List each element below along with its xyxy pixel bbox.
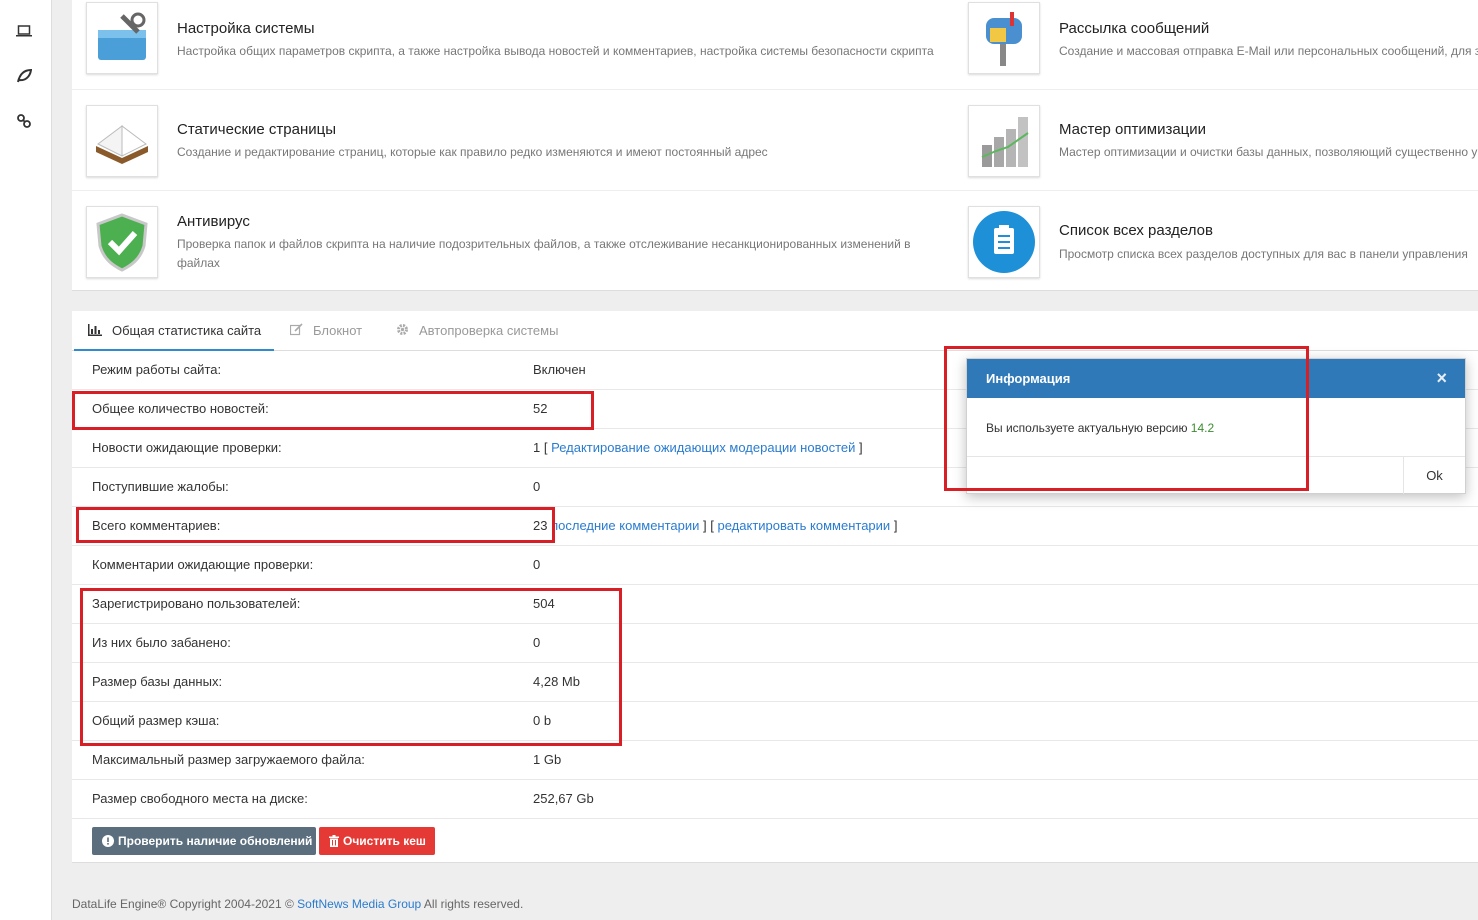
- module-title[interactable]: Настройка системы: [177, 20, 315, 37]
- edit-comments-link[interactable]: редактировать комментарии: [718, 518, 891, 533]
- module-description: Создание и массовая отправка E-Mail или …: [1059, 44, 1478, 58]
- tab-bar: Общая статистика сайта Блокнот Автопрове…: [72, 311, 1478, 351]
- stat-row-banned: Из них было забанено: 0: [72, 624, 1478, 663]
- module-title[interactable]: Статические страницы: [177, 121, 336, 138]
- dialog-title: Информация: [986, 371, 1071, 386]
- leaf-icon[interactable]: [14, 66, 34, 86]
- tab-label: Общая статистика сайта: [112, 323, 262, 338]
- stat-row-users: Зарегистрировано пользователей: 504: [72, 585, 1478, 624]
- stat-value: 52: [533, 401, 548, 416]
- module-title[interactable]: Мастер оптимизации: [1059, 121, 1206, 138]
- module-description: Просмотр списка всех разделов доступных …: [1059, 247, 1468, 261]
- edit-pending-news-link[interactable]: Редактирование ожидающих модерации новос…: [551, 440, 855, 455]
- stat-value: 1: [533, 440, 541, 455]
- stat-label: Комментарии ожидающие проверки:: [92, 557, 314, 572]
- stat-value: 23: [533, 518, 548, 533]
- module-mailing[interactable]: Рассылка сообщений Создание и массовая о…: [954, 0, 1478, 96]
- module-antivirus[interactable]: Антивирус Проверка папок и файлов скрипт…: [72, 202, 952, 298]
- stat-value: 252,67 Gb: [533, 791, 594, 806]
- button-label: Очистить кеш: [343, 834, 426, 848]
- bracket: ]: [893, 518, 898, 533]
- book-icon: [86, 105, 158, 177]
- stat-row-cache-size: Общий размер кэша: 0 b: [72, 702, 1478, 741]
- button-label: Проверить наличие обновлений: [118, 834, 313, 848]
- module-static-pages[interactable]: Статические страницы Создание и редактир…: [72, 101, 952, 197]
- module-title[interactable]: Рассылка сообщений: [1059, 20, 1209, 37]
- footer-rights: All rights reserved.: [423, 897, 524, 911]
- clipboard-list-icon: [968, 206, 1040, 278]
- exclamation-circle-icon: [102, 829, 114, 857]
- check-updates-button[interactable]: Проверить наличие обновлений: [92, 827, 316, 855]
- stat-label: Из них было забанено:: [92, 635, 231, 650]
- toolbox-icon: [86, 2, 158, 74]
- stat-label: Поступившие жалобы:: [92, 479, 229, 494]
- stat-label: Общий размер кэша:: [92, 713, 220, 728]
- module-description: Создание и редактирование страниц, котор…: [177, 145, 768, 159]
- tab-general-stats[interactable]: Общая статистика сайта: [74, 311, 274, 351]
- stat-label: Общее количество новостей:: [92, 401, 269, 416]
- shield-check-icon: [86, 206, 158, 278]
- tab-label: Блокнот: [313, 323, 363, 338]
- dialog-text: Вы используете актуальную версию: [986, 421, 1188, 435]
- module-description: Настройка общих параметров скрипта, а та…: [177, 44, 934, 58]
- stat-row-free-disk: Размер свободного места на диске: 252,67…: [72, 780, 1478, 819]
- clear-cache-button[interactable]: Очистить кеш: [319, 827, 435, 855]
- info-dialog: Информация × Вы используете актуальную в…: [966, 358, 1466, 494]
- stat-value: 1 Gb: [533, 752, 562, 767]
- latest-comments-link[interactable]: последние комментарии: [551, 518, 699, 533]
- dialog-header: Информация ×: [967, 359, 1465, 398]
- stat-label: Размер свободного места на диске:: [92, 791, 308, 806]
- stat-row-comments-pending: Комментарии ожидающие проверки: 0: [72, 546, 1478, 585]
- stat-value-group: 23 последние комментарии ] [ редактирова…: [533, 518, 897, 533]
- bracket: ] [: [703, 518, 714, 533]
- stat-label: Размер базы данных:: [92, 674, 223, 689]
- stat-value: 0: [533, 635, 541, 650]
- ok-button[interactable]: Ok: [1403, 457, 1465, 494]
- stat-value: 504: [533, 596, 555, 611]
- trash-icon: [329, 829, 339, 857]
- module-system-settings[interactable]: Настройка системы Настройка общих параме…: [72, 0, 952, 96]
- link-icon[interactable]: [14, 111, 34, 131]
- footer: DataLife Engine® Copyright 2004-2021 © S…: [72, 897, 523, 911]
- laptop-icon[interactable]: [14, 21, 34, 41]
- left-sidebar: [0, 0, 52, 920]
- stat-value: 4,28 Mb: [533, 674, 580, 689]
- module-optimization[interactable]: Мастер оптимизации Мастер оптимизации и …: [954, 101, 1478, 197]
- module-title[interactable]: Антивирус: [177, 213, 250, 230]
- modules-panel: Настройка системы Настройка общих параме…: [72, 0, 1478, 291]
- divider: [967, 456, 1465, 457]
- stat-label: Всего комментариев:: [92, 518, 221, 533]
- mailbox-icon: [968, 2, 1040, 74]
- stat-label: Новости ожидающие проверки:: [92, 440, 282, 455]
- stat-value-group: 1 [ Редактирование ожидающих модерации н…: [533, 440, 863, 455]
- stat-value: 0: [533, 557, 541, 572]
- close-icon[interactable]: ×: [1436, 368, 1447, 389]
- tab-autocheck[interactable]: Автопроверка системы: [382, 311, 572, 351]
- stat-label: Максимальный размер загружаемого файла:: [92, 752, 365, 767]
- edit-icon: [289, 312, 303, 352]
- version-number: 14.2: [1190, 421, 1215, 435]
- stat-label: Зарегистрировано пользователей:: [92, 596, 301, 611]
- stat-value: 0: [533, 479, 541, 494]
- footer-copyright: DataLife Engine® Copyright 2004-2021 ©: [72, 897, 294, 911]
- dialog-message: Вы используете актуальную версию 14.2: [986, 421, 1214, 435]
- stat-value: Включен: [533, 362, 586, 377]
- stat-label: Режим работы сайта:: [92, 362, 222, 377]
- stat-row-max-upload: Максимальный размер загружаемого файла: …: [72, 741, 1478, 780]
- chart-blocks-icon: [968, 105, 1040, 177]
- stat-row-db-size: Размер базы данных: 4,28 Mb: [72, 663, 1478, 702]
- softnews-link[interactable]: SoftNews Media Group: [297, 897, 421, 911]
- module-description: Проверка папок и файлов скрипта на налич…: [177, 237, 911, 270]
- bracket: ]: [859, 440, 863, 455]
- module-description: Мастер оптимизации и очистки базы данных…: [1059, 145, 1478, 159]
- module-title[interactable]: Список всех разделов: [1059, 222, 1213, 239]
- module-all-sections[interactable]: Список всех разделов Просмотр списка все…: [954, 202, 1478, 298]
- stat-value: 0 b: [533, 713, 552, 728]
- gear-icon: [396, 312, 409, 352]
- tab-label: Автопроверка системы: [419, 323, 559, 338]
- tab-notepad[interactable]: Блокнот: [276, 311, 376, 351]
- stat-row-comments-total: Всего комментариев: 23 последние коммент…: [72, 507, 1478, 546]
- bracket: [: [543, 440, 548, 455]
- bar-chart-icon: [88, 312, 102, 352]
